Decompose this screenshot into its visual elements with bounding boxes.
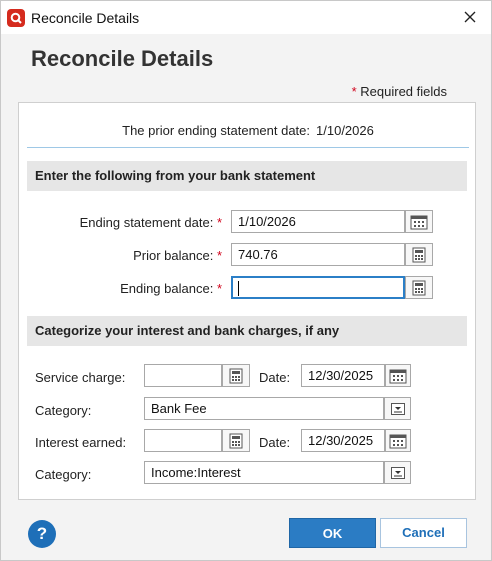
dropdown-icon [390,402,405,415]
service-charge-label: Service charge: [35,370,126,385]
interest-category-label: Category: [35,467,92,482]
service-category-label: Category: [35,403,92,418]
calculator-button[interactable] [222,364,250,387]
ending-date-label-text: Ending statement date: [79,215,214,230]
calendar-button[interactable] [385,364,411,387]
title-bar: Reconcile Details [0,0,492,34]
close-icon[interactable] [461,8,479,26]
calculator-icon [412,280,426,295]
quicken-logo-icon [7,9,25,27]
calculator-button[interactable] [405,276,433,299]
cancel-button[interactable]: Cancel [380,518,467,548]
calendar-button[interactable] [405,210,433,233]
prior-balance-label: Prior balance: * [133,248,222,263]
required-star: * [216,281,222,296]
calculator-icon [229,368,243,383]
prior-date-value: 1/10/2026 [316,123,374,138]
calendar-button[interactable] [385,429,411,452]
calculator-button[interactable] [405,243,433,266]
calendar-icon [389,369,407,383]
interest-category-input[interactable]: Income:Interest [144,461,384,484]
ending-balance-input[interactable] [231,276,405,299]
page-title: Reconcile Details [31,46,214,71]
service-date-label: Date: [259,370,291,385]
prior-balance-input[interactable]: 740.76 [231,243,405,266]
ending-balance-label-text: Ending balance: [120,281,214,296]
dialog-body: Reconcile Details * Required fields The … [0,34,492,561]
bank-statement-section-header: Enter the following from your bank state… [27,161,467,191]
ending-balance-label: Ending balance: * [120,281,222,296]
required-fields-note: * Required fields [352,84,447,99]
service-charge-input[interactable] [144,364,222,387]
required-star: * [216,215,222,230]
ending-date-label: Ending statement date: * [80,215,222,230]
reconcile-panel: The prior ending statement date: 1/10/202… [18,102,476,500]
required-star: * [351,84,357,99]
calendar-icon [410,215,428,229]
interest-earned-input[interactable] [144,429,222,452]
interest-earned-label: Interest earned: [35,435,127,450]
help-button[interactable]: ? [28,520,56,548]
window-title: Reconcile Details [31,10,140,26]
prior-balance-label-text: Prior balance: [133,248,214,263]
category-dropdown-button[interactable] [384,461,411,484]
service-date-input[interactable]: 12/30/2025 [301,364,385,387]
prior-date-label: The prior ending statement date: [122,123,311,138]
text-caret [238,281,239,296]
calculator-icon [412,247,426,262]
category-dropdown-button[interactable] [384,397,411,420]
prior-statement-line: The prior ending statement date: 1/10/202… [19,123,477,138]
interest-date-input[interactable]: 12/30/2025 [301,429,385,452]
required-star: * [216,248,222,263]
divider [27,147,469,148]
calendar-icon [389,434,407,448]
calculator-icon [229,433,243,448]
service-category-input[interactable]: Bank Fee [144,397,384,420]
dropdown-icon [390,466,405,479]
calculator-button[interactable] [222,429,250,452]
required-fields-text: Required fields [360,84,447,99]
ending-date-input[interactable]: 1/10/2026 [231,210,405,233]
ok-button[interactable]: OK [289,518,376,548]
interest-date-label: Date: [259,435,291,450]
charges-section-header: Categorize your interest and bank charge… [27,316,467,346]
